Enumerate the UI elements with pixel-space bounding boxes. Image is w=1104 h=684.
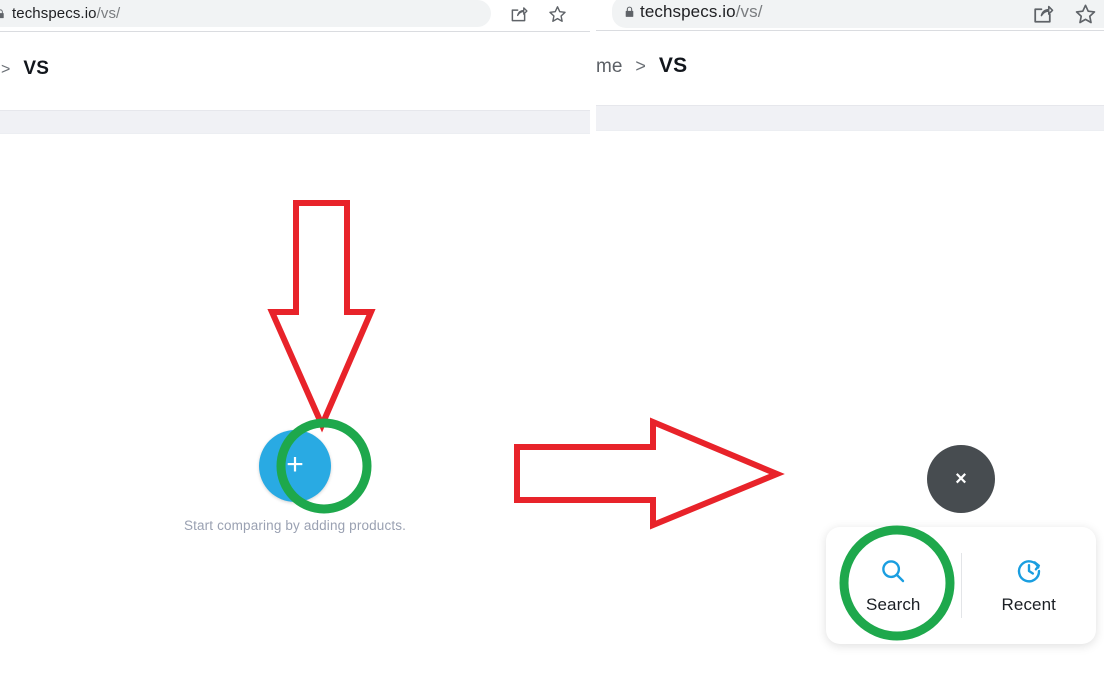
breadcrumb-prefix[interactable]: me <box>596 56 622 78</box>
breadcrumb-current: VS <box>23 58 50 79</box>
sheet-item-recent[interactable]: Recent <box>962 527 1097 644</box>
url-path: /vs/ <box>96 5 121 22</box>
sheet-item-label: Recent <box>1001 595 1056 614</box>
empty-state-left: + Start comparing by adding products. <box>0 430 590 533</box>
star-icon[interactable] <box>547 4 568 25</box>
toolbar-divider-right <box>596 30 1104 31</box>
omnibox-actions-right <box>1030 2 1098 27</box>
breadcrumb-right: me > VS <box>596 54 687 78</box>
browser-toolbar-right: techspecs.io/vs/ <box>596 0 1104 28</box>
url-text-left: techspecs.io/vs/ <box>12 5 120 22</box>
omnibox-actions-left <box>508 4 568 25</box>
screenshot-panel-left: techspecs.io/vs/ > VS + Start comparing … <box>0 0 590 684</box>
action-sheet: Search Recent <box>826 527 1096 644</box>
toolbar-divider-left <box>0 31 590 32</box>
search-icon <box>882 560 905 583</box>
share-icon[interactable] <box>508 4 529 25</box>
lock-icon <box>625 6 634 17</box>
breadcrumb-separator: > <box>635 56 646 76</box>
plus-icon: + <box>286 448 304 481</box>
url-path: /vs/ <box>735 2 763 21</box>
sheet-item-search[interactable]: Search <box>826 527 961 644</box>
recent-clock-icon <box>1017 560 1040 583</box>
sheet-item-label: Search <box>866 595 921 614</box>
screenshot-panel-right: techspecs.io/vs/ me > VS × Search Recent <box>596 0 1104 684</box>
url-domain: techspecs.io <box>12 5 97 22</box>
url-text-right: techspecs.io/vs/ <box>640 2 763 22</box>
url-domain: techspecs.io <box>640 2 736 21</box>
add-product-button[interactable]: + <box>259 430 331 502</box>
empty-state-caption: Start comparing by adding products. <box>183 518 407 533</box>
breadcrumb-separator: > <box>1 61 11 78</box>
address-bar-left[interactable]: techspecs.io/vs/ <box>0 0 491 27</box>
action-sheet-container: × Search Recent <box>596 444 1104 684</box>
section-band-left <box>0 110 590 134</box>
share-icon[interactable] <box>1030 2 1055 27</box>
breadcrumb-current: VS <box>658 54 688 77</box>
close-sheet-button[interactable]: × <box>927 445 995 513</box>
browser-toolbar-left: techspecs.io/vs/ <box>0 0 590 27</box>
breadcrumb-left: > VS <box>0 58 49 80</box>
lock-icon <box>0 8 4 18</box>
star-icon[interactable] <box>1073 2 1098 27</box>
close-icon: × <box>955 468 967 490</box>
section-band-right <box>596 105 1104 131</box>
